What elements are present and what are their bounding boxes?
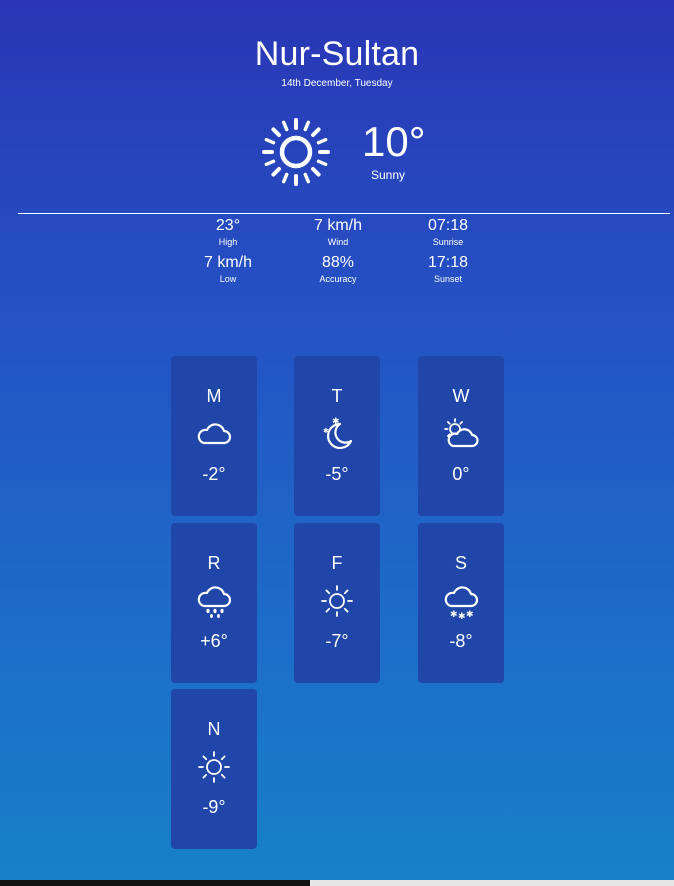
forecast-card-w[interactable]: W 0°	[418, 356, 504, 516]
stat-accuracy: 88% Accuracy	[288, 253, 388, 285]
svg-text:✱: ✱	[466, 610, 474, 619]
snow-cloud-icon: ✱ ✱ ✱	[444, 586, 479, 619]
stat-label: Low	[219, 274, 237, 284]
stat-sunset: 17:18 Sunset	[398, 253, 498, 285]
rain-cloud-icon	[197, 586, 232, 618]
current-temperature: 10°	[362, 118, 426, 165]
forecast-card-s[interactable]: S ✱ ✱ ✱ -8°	[418, 523, 504, 683]
stat-wind: 7 km/h Wind	[288, 216, 388, 248]
taskbar-right	[310, 880, 674, 886]
stat-value: 7 km/h	[203, 254, 252, 271]
stat-value: 7 km/h	[313, 217, 362, 234]
stat-value: 88%	[321, 254, 355, 271]
forecast-temp: -9°	[202, 797, 226, 817]
forecast-card-f[interactable]: F -7°	[294, 523, 380, 683]
taskbar	[0, 880, 310, 886]
svg-text:✱: ✱	[458, 612, 466, 619]
current-condition: Sunny	[370, 168, 406, 182]
stat-high: 23° High	[178, 216, 278, 248]
sun-icon	[262, 118, 330, 186]
sun-icon	[198, 751, 230, 783]
divider	[18, 213, 670, 214]
forecast-day: N	[207, 719, 221, 739]
forecast-temp: -7°	[325, 631, 349, 651]
forecast-temp: -5°	[325, 464, 349, 484]
forecast-temp: -8°	[449, 631, 473, 651]
sun-icon	[321, 585, 353, 617]
sun-cloud-icon	[444, 418, 479, 448]
forecast-day: R	[207, 553, 221, 573]
stat-label: Sunrise	[432, 237, 464, 247]
stat-sunrise: 07:18 Sunrise	[398, 216, 498, 248]
current-date: 14th December, Tuesday	[281, 78, 393, 89]
forecast-card-r[interactable]: R +6°	[171, 523, 257, 683]
svg-text:✱: ✱	[332, 417, 340, 427]
forecast-day: M	[206, 386, 222, 406]
forecast-temp: 0°	[452, 464, 470, 484]
forecast-day: F	[331, 553, 343, 573]
stat-label: Accuracy	[319, 274, 357, 284]
forecast-card-m[interactable]: M -2°	[171, 356, 257, 516]
stat-value: 23°	[215, 217, 241, 234]
city-name: Nur-Sultan	[254, 35, 420, 73]
moon-stars-icon: ✱ ✱	[323, 417, 353, 450]
stat-label: Sunset	[433, 274, 463, 284]
cloud-icon	[197, 423, 232, 445]
svg-text:✱: ✱	[323, 427, 329, 435]
stat-value: 07:18	[427, 217, 469, 234]
stat-label: Wind	[327, 237, 349, 247]
forecast-temp: +6°	[200, 631, 228, 651]
svg-text:✱: ✱	[450, 610, 458, 619]
forecast-card-t[interactable]: T ✱ ✱ -5°	[294, 356, 380, 516]
forecast-card-n[interactable]: N -9°	[171, 689, 257, 849]
forecast-temp: -2°	[202, 464, 226, 484]
forecast-day: S	[454, 553, 467, 573]
stat-value: 17:18	[427, 254, 469, 271]
current-weather: 10° Sunny	[0, 114, 674, 190]
stat-low: 7 km/h Low	[178, 253, 278, 285]
stat-label: High	[218, 237, 238, 247]
forecast-day: W	[452, 386, 470, 406]
forecast-day: T	[331, 386, 343, 406]
header: Nur-Sultan 14th December, Tuesday	[0, 34, 674, 91]
